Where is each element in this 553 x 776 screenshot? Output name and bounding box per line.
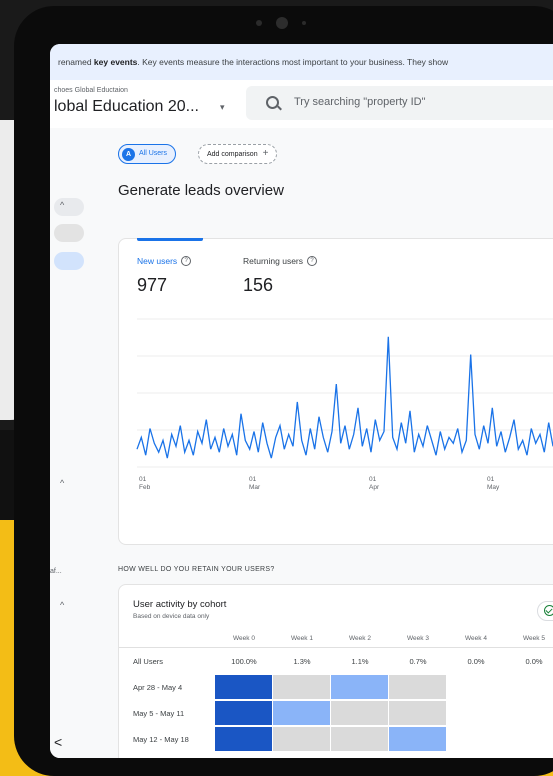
cohort-cell[interactable] (447, 701, 504, 725)
cohort-cell[interactable] (331, 675, 388, 699)
chevron-up-icon[interactable]: ^ (60, 200, 64, 210)
cohort-cell[interactable] (273, 675, 330, 699)
cohort-row-label: May 12 - May 18 (133, 735, 189, 744)
chevron-up-icon[interactable]: ^ (60, 600, 64, 610)
cohort-cell[interactable] (215, 701, 272, 725)
nav-item[interactable] (54, 224, 84, 242)
x-tick-day: 01 (249, 476, 257, 483)
cohort-cell[interactable] (389, 701, 446, 725)
chart-gridlines (137, 318, 553, 468)
page-title: Generate leads overview (118, 182, 284, 199)
cohort-cell[interactable] (273, 727, 330, 751)
all-users-row-label: All Users (133, 657, 164, 666)
cohort-cell[interactable] (389, 727, 446, 751)
week-column-header: Week 2 (349, 635, 371, 642)
search-placeholder: Try searching "property ID" (294, 96, 426, 108)
main-content: A All Users Add comparison + Generate lea… (102, 128, 553, 758)
cohort-cell[interactable] (505, 701, 553, 725)
x-tick-day: 01 (369, 476, 377, 483)
x-tick-month: Mar (249, 484, 261, 491)
week-column-header: Week 5 (523, 635, 545, 642)
all-users-label: All Users (139, 150, 168, 157)
cohort-cell[interactable] (447, 675, 504, 699)
account-selector[interactable]: lobal Education 20... (54, 98, 199, 116)
sensor-dot (256, 20, 262, 26)
chevron-down-icon[interactable]: ▾ (220, 102, 225, 113)
search-icon (266, 96, 279, 109)
cohort-cell[interactable] (505, 727, 553, 751)
camera-icon (276, 17, 288, 29)
cohort-row-label: May 5 - May 11 (133, 709, 185, 718)
status-button[interactable] (537, 601, 553, 621)
chevron-left-icon[interactable]: < (54, 734, 62, 750)
all-users-value: 1.1% (351, 657, 369, 666)
cohort-cell[interactable] (447, 727, 504, 751)
cohort-row-label: Apr 28 - May 4 (133, 683, 183, 692)
tablet-frame: renamed key events. Key events measure t… (14, 6, 553, 776)
account-subtitle: choes Global Eductaion (54, 87, 128, 94)
cohort-card: User activity by cohort Based on device … (118, 584, 553, 758)
cohort-cell[interactable] (389, 675, 446, 699)
nav-item-active[interactable] (54, 252, 84, 270)
search-input[interactable]: Try searching "property ID" (246, 86, 553, 120)
segment-avatar: A (122, 147, 135, 161)
all-users-value: 0.0% (467, 657, 485, 666)
x-tick-month: Apr (369, 484, 380, 491)
retention-section-heading: HOW WELL DO YOU RETAIN YOUR USERS? (118, 566, 275, 573)
cohort-cell[interactable] (331, 727, 388, 751)
all-users-value: 1.3% (293, 657, 311, 666)
tablet-screen: renamed key events. Key events measure t… (50, 44, 553, 758)
nav-item-label[interactable]: af... (50, 568, 62, 575)
all-users-value: 0.7% (409, 657, 427, 666)
left-nav-rail: ^ ^ af... ^ < (50, 128, 103, 758)
cohort-cell[interactable] (215, 675, 272, 699)
add-comparison-button[interactable]: Add comparison + (198, 144, 278, 164)
chevron-up-icon[interactable]: ^ (60, 478, 64, 488)
x-tick-day: 01 (487, 476, 495, 483)
x-tick-day: 01 (139, 476, 147, 483)
check-circle-icon (544, 605, 553, 616)
week-column-header: Week 4 (465, 635, 487, 642)
cohort-cell[interactable] (505, 675, 553, 699)
cohort-cell[interactable] (215, 727, 272, 751)
banner-bold-text: key events (93, 57, 138, 67)
all-users-value: 0.0% (525, 657, 543, 666)
week-column-header: Week 1 (291, 635, 313, 642)
plus-icon: + (262, 148, 269, 159)
new-users-series-line (136, 336, 553, 459)
banner-prefix: renamed (58, 57, 94, 67)
nav-item[interactable] (54, 198, 84, 216)
add-comparison-label: Add comparison (207, 151, 258, 158)
x-axis-ticks: 01Feb01Mar01Apr01May (139, 476, 500, 491)
sensor-dot (302, 21, 306, 25)
week-column-header: Week 3 (407, 635, 429, 642)
week-column-header: Week 0 (233, 635, 255, 642)
notification-banner: renamed key events. Key events measure t… (50, 44, 553, 80)
cohort-cell[interactable] (273, 701, 330, 725)
cohort-subtitle: Based on device data only (133, 613, 210, 620)
table-divider (119, 647, 553, 648)
x-tick-month: Feb (139, 484, 151, 491)
banner-suffix: . Key events measure the interactions mo… (137, 57, 449, 67)
x-tick-month: May (487, 484, 500, 491)
all-users-chip[interactable]: A All Users (118, 144, 177, 164)
top-bar: choes Global Eductaion lobal Education 2… (50, 80, 553, 129)
cohort-title: User activity by cohort (133, 599, 227, 610)
all-users-value: 100.0% (231, 657, 257, 666)
cohort-cell[interactable] (331, 701, 388, 725)
users-line-chart: 01Feb01Mar01Apr01May (136, 318, 553, 491)
users-overview-card: New users ? 977 Returning users ? 156 01… (118, 238, 553, 545)
